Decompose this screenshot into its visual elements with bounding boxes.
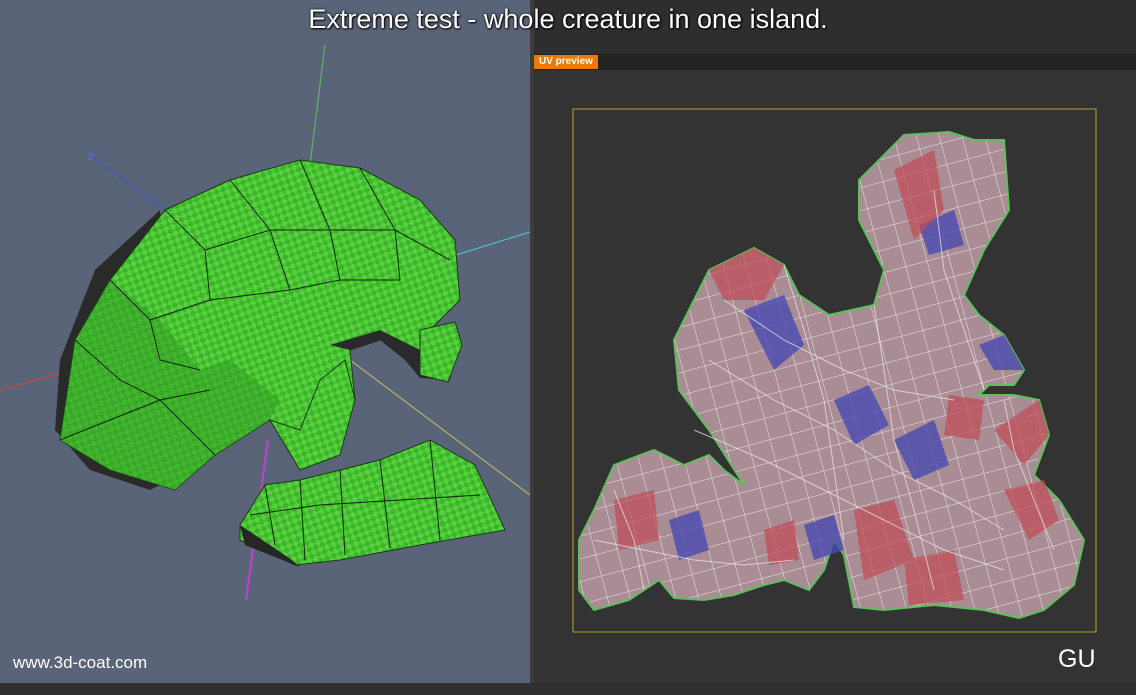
jaw-tip — [419, 321, 463, 383]
axis-z-label: Z — [88, 152, 94, 162]
uv-preview-tab[interactable]: UV preview — [534, 55, 598, 69]
uv-island — [578, 130, 1086, 620]
3d-viewport[interactable]: Z www.3d-coat.com — [0, 0, 530, 683]
status-bar — [0, 683, 1136, 695]
gu-label: GU — [1058, 645, 1096, 673]
uv-preview-area[interactable] — [534, 70, 1136, 683]
website-watermark[interactable]: www.3d-coat.com — [13, 653, 147, 673]
axis-y-line — [309, 44, 326, 166]
uv-header-bar — [534, 54, 1136, 70]
uv-canvas — [572, 108, 1097, 633]
viewport-scene: Z — [0, 44, 530, 601]
lower-body — [239, 439, 506, 566]
creature-mesh — [55, 159, 506, 567]
